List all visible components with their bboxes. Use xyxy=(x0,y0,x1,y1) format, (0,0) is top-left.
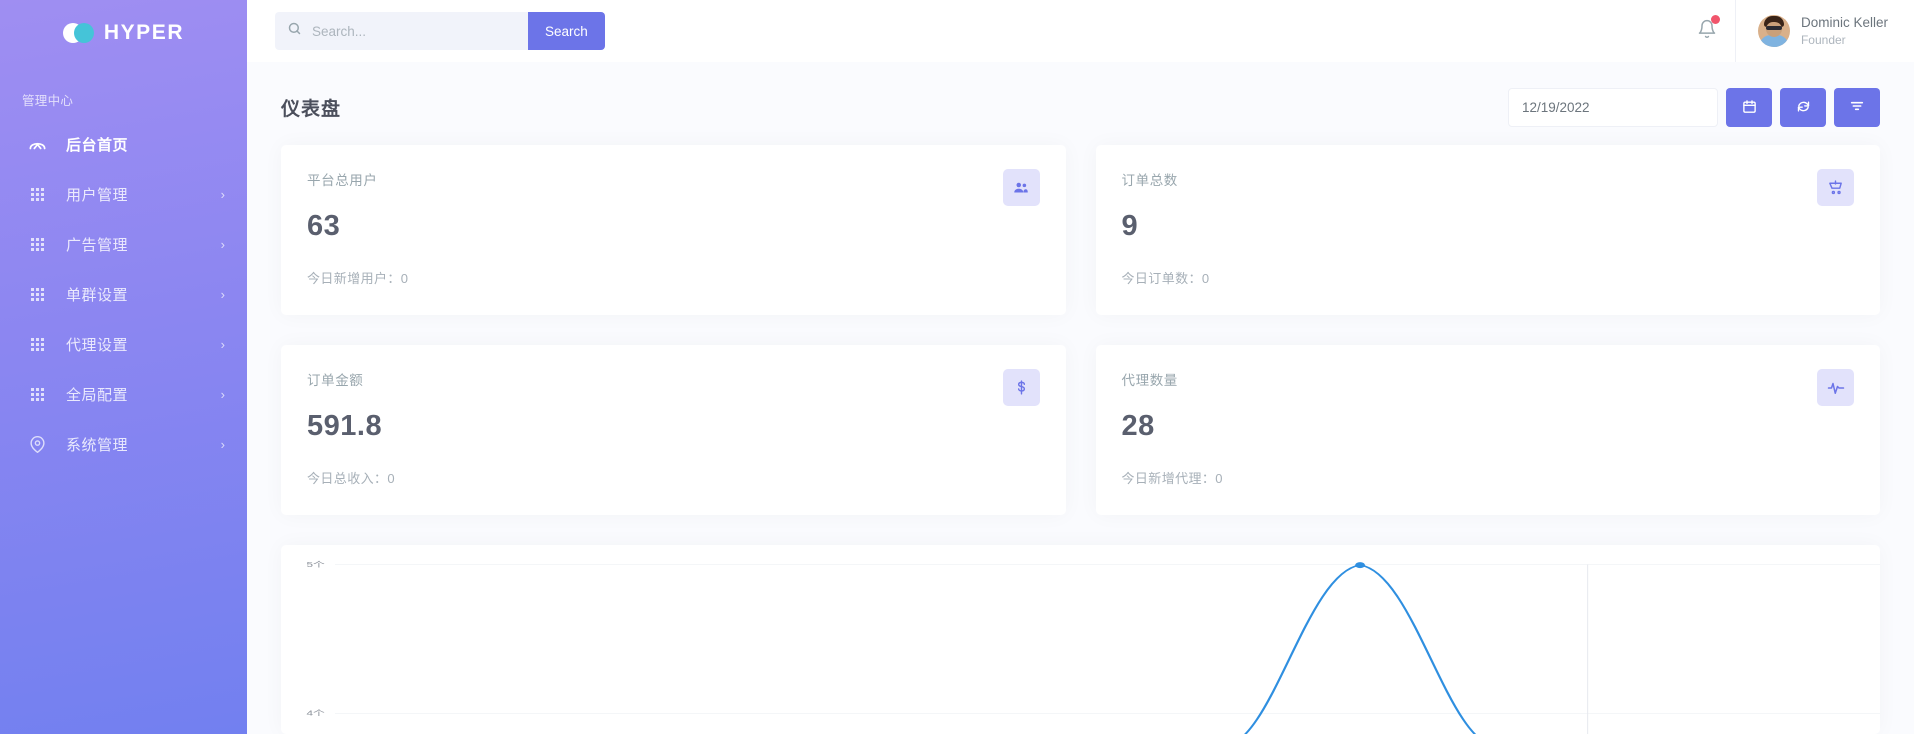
sidebar-item-global-config[interactable]: 全局配置 › xyxy=(0,369,247,419)
y-axis-tick-label-1: 4个 xyxy=(307,709,326,718)
date-input[interactable] xyxy=(1508,88,1718,127)
brand-name: HYPER xyxy=(104,21,184,45)
users-group-icon xyxy=(1003,169,1040,206)
grid-dots-icon xyxy=(26,288,48,301)
pulse-icon xyxy=(1817,369,1854,406)
topbar-right: Dominic Keller Founder xyxy=(1679,0,1914,62)
search-icon xyxy=(287,21,302,41)
user-name: Dominic Keller xyxy=(1801,14,1888,32)
grid-dots-icon xyxy=(26,338,48,351)
sidebar-item-home[interactable]: 后台首页 xyxy=(0,119,247,169)
shopping-cart-icon xyxy=(1817,169,1854,206)
sidebar-item-label: 代理设置 xyxy=(66,334,221,355)
search-input[interactable] xyxy=(312,24,516,39)
sidebar-item-system-management[interactable]: 系统管理 › xyxy=(0,419,247,469)
chevron-right-icon: › xyxy=(221,438,225,451)
card-title: 订单总数 xyxy=(1122,169,1855,189)
stat-card-total-users: 平台总用户 63 今日新增用户：0 xyxy=(281,145,1066,315)
sidebar-section-title: 管理中心 xyxy=(0,62,247,119)
stat-cards: 平台总用户 63 今日新增用户：0 订单总数 9 今日订单数：0 xyxy=(247,145,1914,515)
notification-badge-dot xyxy=(1711,15,1720,24)
chevron-right-icon: › xyxy=(221,288,225,301)
card-footer: 今日新增用户：0 xyxy=(307,268,1040,287)
search-button[interactable]: Search xyxy=(528,12,605,50)
chevron-right-icon: › xyxy=(221,238,225,251)
sidebar-item-label: 单群设置 xyxy=(66,284,221,305)
sidebar-item-label: 广告管理 xyxy=(66,234,221,255)
avatar xyxy=(1758,15,1790,47)
card-value: 9 xyxy=(1122,210,1855,243)
grid-dots-icon xyxy=(26,388,48,401)
dollar-icon xyxy=(1003,369,1040,406)
refresh-button[interactable] xyxy=(1780,88,1826,127)
card-value: 28 xyxy=(1122,410,1855,443)
card-value: 591.8 xyxy=(307,410,1040,443)
user-menu[interactable]: Dominic Keller Founder xyxy=(1735,0,1914,62)
calendar-button[interactable] xyxy=(1726,88,1772,127)
activity-line-chart: 5个 4个 xyxy=(281,545,1880,734)
filter-icon xyxy=(1849,98,1865,117)
activity-chart-icon xyxy=(26,135,48,154)
sidebar-item-label: 全局配置 xyxy=(66,384,221,405)
chevron-right-icon: › xyxy=(221,388,225,401)
chart-axis-layer: 5个 4个 xyxy=(281,545,1880,734)
card-footer: 今日新增代理：0 xyxy=(1122,468,1855,487)
page-header: 仪表盘 xyxy=(247,62,1914,145)
grid-dots-icon xyxy=(26,188,48,201)
stat-card-order-amount: 订单金额 591.8 今日总收入：0 xyxy=(281,345,1066,515)
search-group: Search xyxy=(275,12,605,50)
sidebar-item-group-settings[interactable]: 单群设置 › xyxy=(0,269,247,319)
chevron-right-icon: › xyxy=(221,188,225,201)
sidebar-item-label: 系统管理 xyxy=(66,434,221,455)
stat-card-agent-count: 代理数量 28 今日新增代理：0 xyxy=(1096,345,1881,515)
calendar-icon xyxy=(1742,99,1757,117)
hyper-logo-icon xyxy=(63,23,95,43)
chevron-right-icon: › xyxy=(221,338,225,351)
card-value: 63 xyxy=(307,210,1040,243)
sidebar-item-user-management[interactable]: 用户管理 › xyxy=(0,169,247,219)
card-title: 代理数量 xyxy=(1122,369,1855,389)
user-role: Founder xyxy=(1801,32,1888,48)
sidebar-item-label: 用户管理 xyxy=(66,184,221,205)
card-footer: 今日订单数：0 xyxy=(1122,268,1855,287)
dashboard-app: HYPER 管理中心 后台首页 用户管理 › 广告管理 xyxy=(0,0,1914,734)
sidebar-item-agent-settings[interactable]: 代理设置 › xyxy=(0,319,247,369)
main-content: Search xyxy=(247,0,1914,734)
card-title: 平台总用户 xyxy=(307,169,1040,189)
sidebar: HYPER 管理中心 后台首页 用户管理 › 广告管理 xyxy=(0,0,247,734)
grid-dots-icon xyxy=(26,238,48,251)
refresh-icon xyxy=(1796,99,1811,117)
sidebar-item-ad-management[interactable]: 广告管理 › xyxy=(0,219,247,269)
brand-logo[interactable]: HYPER xyxy=(0,0,247,62)
sidebar-item-label: 后台首页 xyxy=(66,134,225,155)
map-pin-icon xyxy=(26,436,48,453)
stat-card-total-orders: 订单总数 9 今日订单数：0 xyxy=(1096,145,1881,315)
y-axis-tick-label-0: 5个 xyxy=(307,560,326,569)
user-info: Dominic Keller Founder xyxy=(1801,14,1888,48)
filter-button[interactable] xyxy=(1834,88,1880,127)
topbar: Search xyxy=(247,0,1914,62)
page-title: 仪表盘 xyxy=(281,94,341,121)
page-toolbar xyxy=(1508,88,1880,127)
card-title: 订单金额 xyxy=(307,369,1040,389)
search-box[interactable] xyxy=(275,12,528,50)
notification-button[interactable] xyxy=(1679,0,1735,62)
card-footer: 今日总收入：0 xyxy=(307,468,1040,487)
